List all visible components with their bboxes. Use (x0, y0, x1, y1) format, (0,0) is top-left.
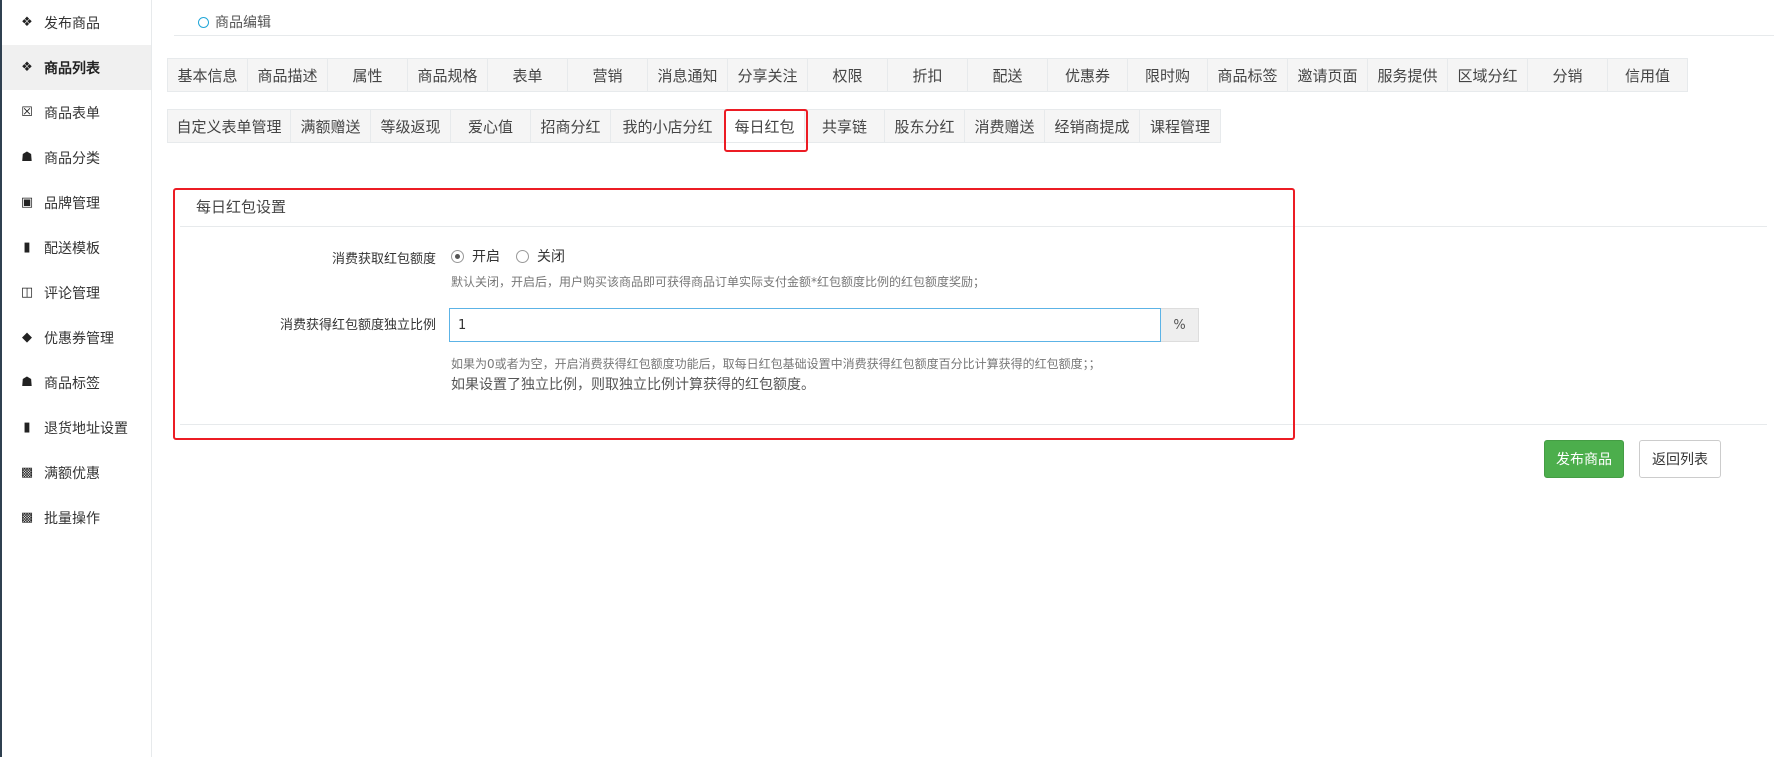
independent-ratio-input[interactable] (449, 308, 1161, 342)
help-text: 如果设置了独立比例，则取独立比例计算获得的红包额度。 (451, 377, 815, 393)
tab-notifications[interactable]: 消息通知 (647, 58, 728, 92)
breadcrumb: 商品编辑 (198, 12, 271, 32)
sidebar-item-label: 批量操作 (44, 510, 100, 527)
tab-delivery[interactable]: 配送 (967, 58, 1048, 92)
tab-product-description[interactable]: 商品描述 (247, 58, 328, 92)
tab-invite-page[interactable]: 邀请页面 (1287, 58, 1368, 92)
tab-flash-sale[interactable]: 限时购 (1127, 58, 1208, 92)
tab-level-cashback[interactable]: 等级返现 (370, 109, 451, 143)
radio-disable[interactable] (516, 249, 529, 263)
sidebar-item-product-form[interactable]: ☒ 商品表单 (2, 90, 151, 135)
sidebar-item-coupon-management[interactable]: ◆ 优惠券管理 (2, 315, 151, 360)
sidebar-item-product-category[interactable]: ☗ 商品分类 (2, 135, 151, 180)
sidebar: ❖ 发布商品 ❖ 商品列表 ☒ 商品表单 ☗ 商品分类 ▣ 品牌管理 ▮ 配送模… (2, 0, 152, 757)
tab-product-tags[interactable]: 商品标签 (1207, 58, 1288, 92)
tab-product-spec[interactable]: 商品规格 (407, 58, 488, 92)
sidebar-item-label: 品牌管理 (44, 195, 100, 212)
sitemap-icon: ☗ (21, 150, 33, 165)
sidebar-item-full-discount[interactable]: ▩ 满额优惠 (2, 450, 151, 495)
radio-enable-label[interactable]: 开启 (472, 246, 500, 266)
excel-file-icon: ☒ (21, 105, 33, 120)
tab-daily-red-packet[interactable]: 每日红包 (724, 109, 805, 143)
field-label-red-packet-quota: 消费获取红包额度 (331, 252, 436, 267)
sidebar-item-review-management[interactable]: ◫ 评论管理 (2, 270, 151, 315)
tab-regional-dividend[interactable]: 区域分红 (1447, 58, 1528, 92)
help-text: 如果为0或者为空，开启消费获得红包额度功能后，取每日红包基础设置中消费获得红包额… (451, 357, 1101, 371)
sidebar-item-brand-management[interactable]: ▣ 品牌管理 (2, 180, 151, 225)
cubes-icon: ❖ (21, 60, 33, 75)
tab-distribution[interactable]: 分销 (1527, 58, 1608, 92)
cubes-icon: ❖ (21, 15, 33, 30)
publish-product-button[interactable]: 发布商品 (1544, 440, 1624, 478)
ratio-input-group: % (449, 308, 1199, 342)
tab-shareholder-dividend[interactable]: 股东分红 (884, 109, 965, 143)
sidebar-item-batch-operation[interactable]: ▩ 批量操作 (2, 495, 151, 540)
sitemap-icon: ☗ (21, 375, 33, 390)
sidebar-item-label: 发布商品 (44, 15, 100, 32)
tab-custom-form-management[interactable]: 自定义表单管理 (167, 109, 291, 143)
tab-marketing[interactable]: 营销 (567, 58, 648, 92)
tab-bar-row-2: 自定义表单管理 满额赠送 等级返现 爱心值 招商分红 我的小店分红 每日红包 共… (167, 109, 1221, 143)
sidebar-item-label: 评论管理 (44, 285, 100, 302)
sidebar-item-publish-product[interactable]: ❖ 发布商品 (2, 0, 151, 45)
gift-icon: ▩ (20, 510, 34, 525)
truck-icon: ▮ (23, 240, 31, 255)
tab-dealer-commission[interactable]: 经销商提成 (1044, 109, 1140, 143)
radio-enable[interactable] (451, 249, 464, 263)
panel-title: 每日红包设置 (196, 198, 287, 216)
sidebar-item-return-address[interactable]: ▮ 退货地址设置 (2, 405, 151, 450)
divider (174, 35, 1774, 36)
tab-service-provision[interactable]: 服务提供 (1367, 58, 1448, 92)
sidebar-item-delivery-template[interactable]: ▮ 配送模板 (2, 225, 151, 270)
columns-icon: ◫ (20, 285, 34, 300)
sidebar-item-label: 商品分类 (44, 150, 100, 167)
field-label-independent-ratio: 消费获得红包额度独立比例 (279, 318, 436, 333)
briefcase-icon: ▣ (20, 195, 34, 210)
main-content: 商品编辑 基本信息 商品描述 属性 商品规格 表单 营销 消息通知 分享关注 权… (152, 0, 1784, 757)
tab-share-follow[interactable]: 分享关注 (727, 58, 808, 92)
tab-consumption-gift[interactable]: 消费赠送 (964, 109, 1045, 143)
tab-form[interactable]: 表单 (487, 58, 568, 92)
gift-icon: ▩ (20, 465, 34, 480)
tab-coupons[interactable]: 优惠券 (1047, 58, 1128, 92)
sidebar-item-label: 商品标签 (44, 375, 100, 392)
tab-permissions[interactable]: 权限 (807, 58, 888, 92)
sidebar-item-product-tags[interactable]: ☗ 商品标签 (2, 360, 151, 405)
tab-love-value[interactable]: 爱心值 (450, 109, 531, 143)
tab-discount[interactable]: 折扣 (887, 58, 968, 92)
breadcrumb-label: 商品编辑 (215, 15, 271, 31)
help-text: 默认关闭，开启后，用户购买该商品即可获得商品订单实际支付金额*红包额度比例的红包… (451, 275, 986, 289)
radio-group-red-packet-quota: 开启 关闭 (451, 246, 581, 266)
tags-icon: ◆ (22, 330, 32, 345)
tab-share-chain[interactable]: 共享链 (804, 109, 885, 143)
circle-icon (198, 16, 209, 28)
divider (180, 226, 1767, 227)
sidebar-item-label: 配送模板 (44, 240, 100, 257)
tab-credit-value[interactable]: 信用值 (1607, 58, 1688, 92)
tab-bar-row-1: 基本信息 商品描述 属性 商品规格 表单 营销 消息通知 分享关注 权限 折扣 … (167, 58, 1688, 92)
tab-attributes[interactable]: 属性 (327, 58, 408, 92)
tab-course-management[interactable]: 课程管理 (1139, 109, 1221, 143)
percent-addon: % (1161, 308, 1199, 342)
tab-my-shop-dividend[interactable]: 我的小店分红 (610, 109, 725, 143)
tab-basic-info[interactable]: 基本信息 (167, 58, 248, 92)
sidebar-item-label: 退货地址设置 (44, 420, 128, 437)
sidebar-item-label: 优惠券管理 (44, 330, 114, 347)
sidebar-item-label: 商品列表 (44, 60, 100, 77)
sidebar-item-label: 满额优惠 (44, 465, 100, 482)
truck-icon: ▮ (23, 420, 31, 435)
radio-disable-label[interactable]: 关闭 (537, 246, 565, 266)
tab-full-amount-gift[interactable]: 满额赠送 (290, 109, 371, 143)
sidebar-item-label: 商品表单 (44, 105, 100, 122)
tab-merchant-dividend[interactable]: 招商分红 (530, 109, 611, 143)
back-to-list-button[interactable]: 返回列表 (1639, 440, 1721, 478)
sidebar-item-product-list[interactable]: ❖ 商品列表 (2, 45, 151, 90)
divider (180, 424, 1767, 425)
